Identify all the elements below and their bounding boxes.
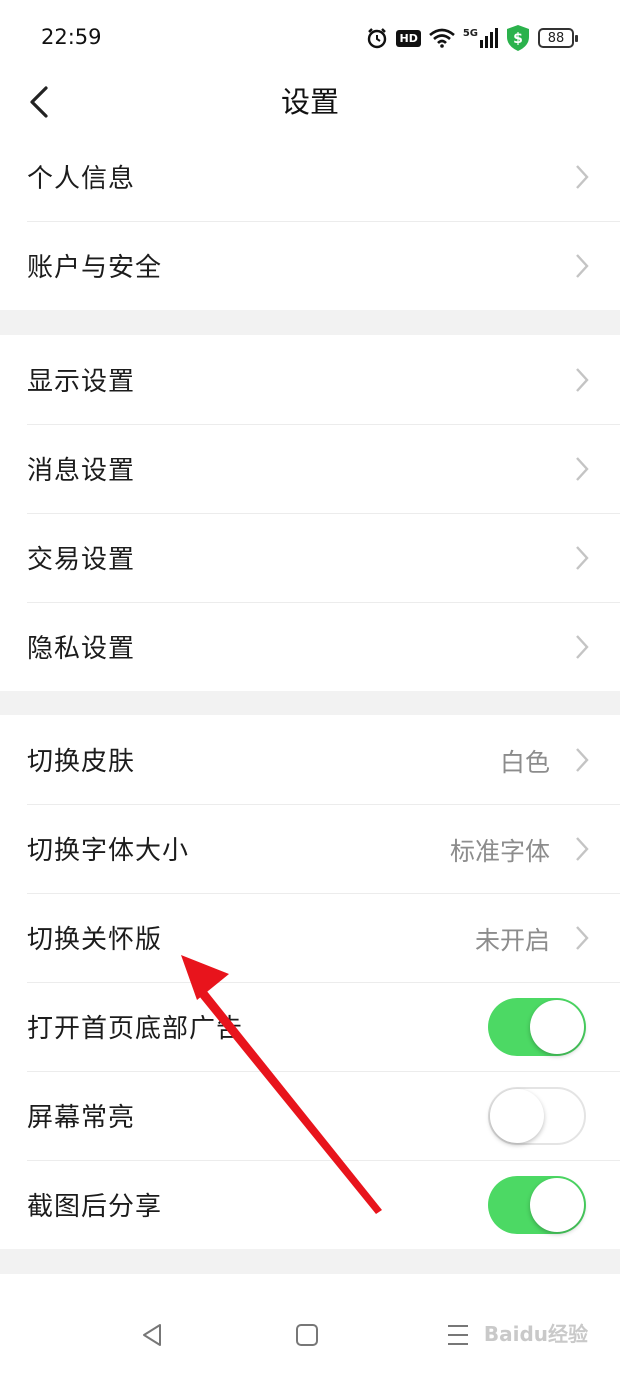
- settings-item-value: 白色: [499, 748, 550, 777]
- chevron-right-icon: [576, 926, 589, 950]
- settings-item-account-security[interactable]: 账户与安全: [0, 221, 620, 310]
- settings-item-profile[interactable]: 个人信息: [0, 132, 620, 221]
- watermark: Baidu经验: [483, 1322, 588, 1346]
- page-title: 设置: [280, 85, 339, 119]
- settings-item-font-size[interactable]: 切换字体大小 标准字体: [0, 804, 620, 893]
- settings-item-label: 打开首页底部广告: [27, 1014, 244, 1044]
- settings-item-label: 交易设置: [27, 545, 136, 575]
- homepage-ad-toggle[interactable]: [488, 998, 586, 1056]
- screen-on-toggle[interactable]: [488, 1087, 586, 1145]
- toggle-knob: [530, 1178, 584, 1232]
- settings-item-label: 切换关怀版: [27, 925, 163, 955]
- settings-group-preferences: 显示设置 消息设置 交易设置 隐私设置: [0, 335, 620, 691]
- settings-item-label: 显示设置: [27, 367, 136, 397]
- settings-item-display[interactable]: 显示设置: [0, 335, 620, 424]
- system-nav-bar: Baidu经验: [0, 1274, 620, 1386]
- settings-item-label: 屏幕常亮: [27, 1103, 136, 1133]
- settings-item-screen-on: 屏幕常亮: [0, 1071, 620, 1160]
- settings-item-homepage-ad: 打开首页底部广告: [0, 982, 620, 1071]
- settings-item-screenshot-share: 截图后分享: [0, 1160, 620, 1249]
- nav-back-icon[interactable]: [140, 1322, 164, 1348]
- settings-item-label: 切换皮肤: [27, 747, 136, 777]
- settings-item-label: 个人信息: [27, 164, 136, 194]
- settings-item-label: 隐私设置: [27, 634, 136, 664]
- chevron-right-icon: [576, 457, 589, 481]
- settings-item-trading[interactable]: 交易设置: [0, 513, 620, 602]
- settings-item-value: 未开启: [474, 926, 550, 955]
- settings-item-label: 消息设置: [27, 456, 136, 486]
- status-bar: 22:59 HD 5G $ 88: [0, 0, 620, 72]
- settings-item-privacy[interactable]: 隐私设置: [0, 602, 620, 691]
- wifi-icon: [428, 28, 455, 48]
- chevron-right-icon: [576, 837, 589, 861]
- battery-icon: 88: [538, 28, 578, 48]
- hd-icon: HD: [396, 29, 421, 47]
- toggle-knob: [490, 1089, 544, 1143]
- svg-text:$: $: [513, 31, 523, 47]
- chevron-right-icon: [576, 254, 589, 278]
- settings-item-care-mode[interactable]: 切换关怀版 未开启: [0, 893, 620, 982]
- settings-item-label: 切换字体大小: [27, 836, 190, 866]
- nav-menu-icon[interactable]: [446, 1322, 470, 1348]
- security-shield-icon: $: [507, 25, 529, 51]
- chevron-right-icon: [576, 368, 589, 392]
- nav-bar: 设置: [0, 72, 620, 132]
- chevron-right-icon: [576, 635, 589, 659]
- settings-item-label: 截图后分享: [27, 1192, 163, 1222]
- settings-item-messages[interactable]: 消息设置: [0, 424, 620, 513]
- settings-item-value: 标准字体: [449, 837, 550, 866]
- nav-home-icon[interactable]: [295, 1322, 319, 1348]
- chevron-right-icon: [576, 165, 589, 189]
- alarm-icon: [368, 28, 387, 49]
- settings-item-skin[interactable]: 切换皮肤 白色: [0, 715, 620, 804]
- settings-group-appearance: 切换皮肤 白色 切换字体大小 标准字体 切换关怀版 未开启 打开首页底部广告 屏…: [0, 715, 620, 1249]
- network-icon: 5G: [463, 28, 498, 48]
- settings-item-label: 账户与安全: [27, 253, 163, 283]
- chevron-right-icon: [576, 546, 589, 570]
- settings-group-account: 个人信息 账户与安全: [0, 132, 620, 310]
- status-icons: HD 5G $ 88: [366, 24, 578, 52]
- screenshot-share-toggle[interactable]: [488, 1176, 586, 1234]
- toggle-knob: [530, 1000, 584, 1054]
- status-time: 22:59: [41, 25, 102, 49]
- chevron-right-icon: [576, 748, 589, 772]
